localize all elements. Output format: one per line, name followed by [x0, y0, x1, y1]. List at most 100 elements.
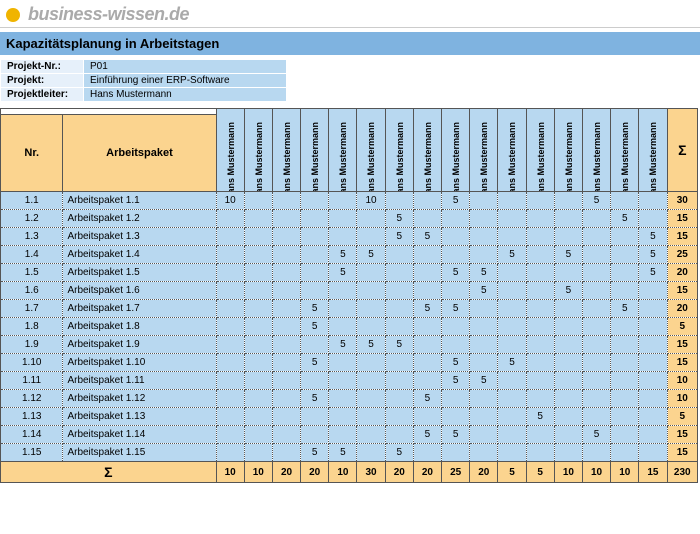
- cell-value: [639, 408, 667, 426]
- cell-value: [216, 408, 244, 426]
- cell-row-sum: 10: [667, 372, 697, 390]
- cell-value: [385, 192, 413, 210]
- cell-value: [216, 210, 244, 228]
- cell-value: [244, 372, 272, 390]
- cell-value: [639, 192, 667, 210]
- cell-value: [272, 390, 300, 408]
- cell-nr: 1.9: [1, 336, 63, 354]
- table-row: 1.10Arbeitspaket 1.1055515: [1, 354, 698, 372]
- cell-value: [554, 426, 582, 444]
- cell-value: [272, 300, 300, 318]
- cell-value: [357, 228, 385, 246]
- header-nr: Nr.: [1, 114, 63, 191]
- header-employee: Hans Mustermann: [301, 109, 329, 192]
- cell-value: [498, 426, 526, 444]
- cell-value: [526, 264, 554, 282]
- header-employee: Hans Mustermann: [329, 109, 357, 192]
- cell-value: [526, 372, 554, 390]
- cell-value: [639, 300, 667, 318]
- cell-value: 5: [413, 300, 441, 318]
- cell-value: [272, 282, 300, 300]
- cell-value: 5: [639, 264, 667, 282]
- cell-value: [216, 318, 244, 336]
- cell-value: [611, 390, 639, 408]
- cell-value: 5: [442, 372, 470, 390]
- cell-value: [357, 444, 385, 462]
- cell-value: 5: [357, 246, 385, 264]
- footer-col-sum: 20: [272, 462, 300, 483]
- cell-row-sum: 15: [667, 282, 697, 300]
- cell-value: [611, 264, 639, 282]
- footer-col-sum: 10: [244, 462, 272, 483]
- header-employee: Hans Mustermann: [498, 109, 526, 192]
- cell-value: [639, 426, 667, 444]
- cell-value: [442, 228, 470, 246]
- cell-value: [244, 246, 272, 264]
- cell-row-sum: 20: [667, 264, 697, 282]
- footer-col-sum: 20: [413, 462, 441, 483]
- meta-value: Einführung einer ERP-Software: [84, 74, 287, 88]
- cell-value: [329, 426, 357, 444]
- cell-value: [582, 210, 610, 228]
- cell-row-sum: 15: [667, 336, 697, 354]
- cell-row-sum: 15: [667, 444, 697, 462]
- table-row: 1.12Arbeitspaket 1.125510: [1, 390, 698, 408]
- cell-value: [442, 282, 470, 300]
- capacity-grid: Hans MustermannHans MustermannHans Muste…: [0, 108, 698, 483]
- cell-value: [301, 372, 329, 390]
- cell-value: [498, 282, 526, 300]
- cell-value: 5: [611, 300, 639, 318]
- cell-row-sum: 15: [667, 426, 697, 444]
- cell-value: [244, 318, 272, 336]
- cell-value: [272, 246, 300, 264]
- cell-nr: 1.2: [1, 210, 63, 228]
- cell-workpackage: Arbeitspaket 1.13: [63, 408, 216, 426]
- cell-value: [301, 192, 329, 210]
- cell-value: [611, 426, 639, 444]
- cell-value: [498, 210, 526, 228]
- cell-value: 5: [357, 336, 385, 354]
- footer-col-sum: 25: [442, 462, 470, 483]
- cell-value: [639, 390, 667, 408]
- cell-workpackage: Arbeitspaket 1.8: [63, 318, 216, 336]
- cell-value: 5: [442, 300, 470, 318]
- cell-value: [498, 336, 526, 354]
- cell-value: [385, 246, 413, 264]
- cell-value: [639, 282, 667, 300]
- cell-value: [554, 300, 582, 318]
- cell-value: [498, 444, 526, 462]
- cell-value: 5: [554, 246, 582, 264]
- cell-value: [582, 336, 610, 354]
- cell-value: [272, 336, 300, 354]
- cell-value: [244, 390, 272, 408]
- cell-value: [639, 210, 667, 228]
- cell-value: [611, 246, 639, 264]
- cell-value: [554, 210, 582, 228]
- cell-nr: 1.10: [1, 354, 63, 372]
- cell-workpackage: Arbeitspaket 1.5: [63, 264, 216, 282]
- cell-value: [442, 408, 470, 426]
- cell-value: [526, 228, 554, 246]
- cell-value: [216, 264, 244, 282]
- cell-value: [357, 210, 385, 228]
- cell-value: [385, 408, 413, 426]
- header-employee: Hans Mustermann: [639, 109, 667, 192]
- cell-value: [611, 372, 639, 390]
- cell-value: [244, 282, 272, 300]
- footer-col-sum: 10: [329, 462, 357, 483]
- cell-value: 5: [470, 282, 498, 300]
- header-sum: Σ: [667, 109, 697, 192]
- cell-value: [301, 264, 329, 282]
- cell-nr: 1.8: [1, 318, 63, 336]
- cell-value: [470, 354, 498, 372]
- cell-value: 5: [470, 372, 498, 390]
- cell-value: 5: [329, 264, 357, 282]
- table-row: 1.3Arbeitspaket 1.355515: [1, 228, 698, 246]
- table-row: 1.8Arbeitspaket 1.855: [1, 318, 698, 336]
- cell-value: [301, 408, 329, 426]
- cell-value: 5: [526, 408, 554, 426]
- cell-value: 5: [582, 192, 610, 210]
- cell-value: [498, 264, 526, 282]
- cell-value: 5: [442, 264, 470, 282]
- cell-value: [357, 264, 385, 282]
